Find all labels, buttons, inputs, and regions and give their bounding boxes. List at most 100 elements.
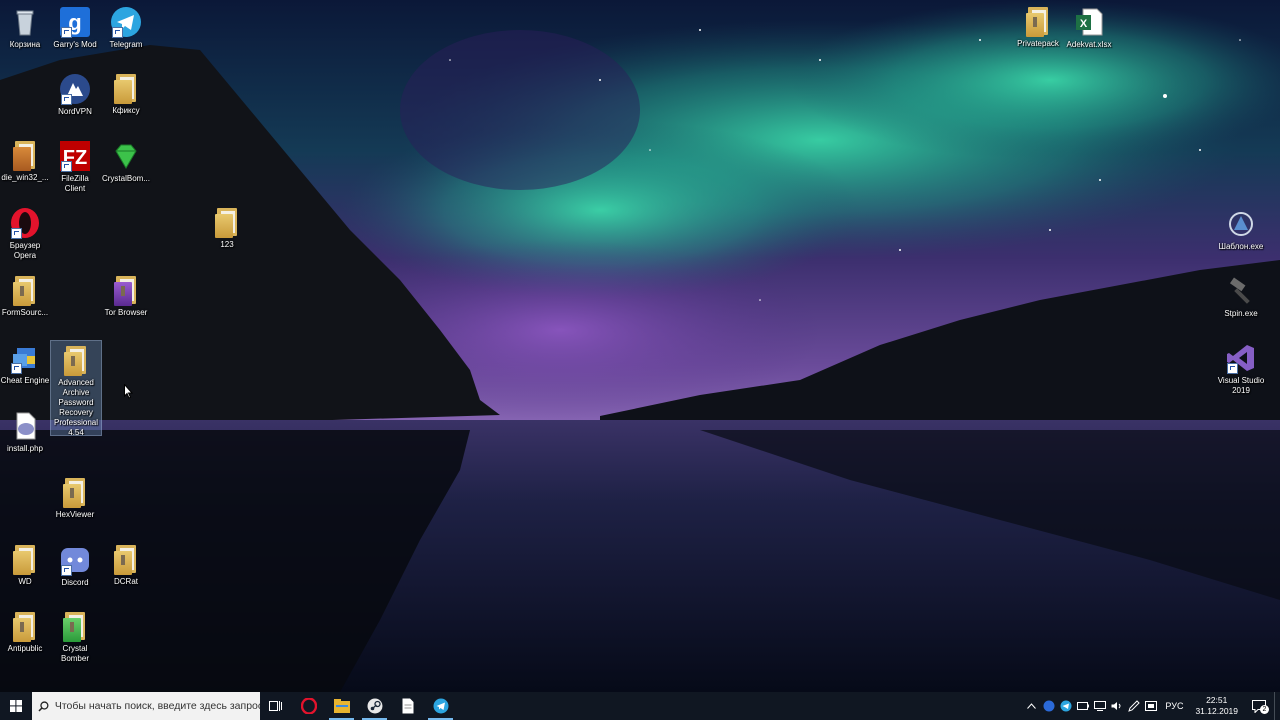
icon-label: Корзина [9,40,41,49]
icon-label: FormSourc... [1,308,49,317]
folder-icon [112,74,140,104]
discord-icon [59,544,91,576]
taskbar-app-file-explorer[interactable] [325,692,358,720]
nordvpn-icon [59,73,91,105]
desktop-icon-hexviewer[interactable]: HexViewer [50,473,100,520]
desktop-icon-folder-123[interactable]: 123 [202,203,252,250]
search-icon [38,700,49,711]
taskbar-app-opera[interactable] [292,692,325,720]
icon-label: die_win32_... [1,173,49,182]
cheat-engine-icon [9,342,41,374]
desktop-icon-dcrat[interactable]: DCRat [101,540,151,587]
windows-logo-icon [10,700,22,712]
taskbar-app-telegram[interactable] [424,692,457,720]
opera-icon [300,698,317,714]
desktop-icon-aapr[interactable]: Advanced Archive Password Recovery Profe… [50,340,102,437]
desktop-icon-opera[interactable]: Браузер Opera [0,203,50,261]
desktop-icon-folder-wd[interactable]: WD [0,540,50,587]
taskbar-search-box[interactable]: Чтобы начать поиск, введите здесь запрос [32,692,260,720]
taskbar-app-steam[interactable] [358,692,391,720]
wallpaper-aurora-lake [0,0,1280,692]
clock-time: 22:51 [1206,695,1228,705]
hammer-icon [1225,275,1257,307]
excel-file-icon: X [1073,6,1105,38]
mouse-cursor-icon [124,384,134,399]
input-language-indicator[interactable]: РУС [1159,701,1189,711]
show-desktop-button[interactable] [1274,692,1280,720]
icon-label: CrystalBom... [101,174,150,183]
archive-icon [112,545,140,575]
archive-icon [62,346,90,376]
recycle-bin-icon [9,6,41,38]
svg-text:X: X [1080,18,1088,30]
start-button[interactable] [0,692,32,720]
pen-icon[interactable] [1125,692,1142,720]
battery-icon[interactable] [1074,692,1091,720]
desktop-icon-recycle-bin[interactable]: Корзина [0,2,50,50]
icon-label: Crystal Bomber [60,644,89,663]
archive-icon [61,478,89,508]
task-view-icon [269,701,282,711]
desktop-icon-nordvpn[interactable]: NordVPN [50,69,100,117]
green-gem-icon [110,140,142,172]
desktop-icon-filezilla[interactable]: FZ FileZilla Client [50,136,100,194]
file-explorer-icon [333,699,350,713]
icon-label: Кфиксу [112,106,140,115]
archive-icon [61,612,89,642]
php-file-icon [9,410,41,442]
icon-label: FileZilla Client [61,174,89,193]
icon-label: Шаблон.exe [1218,242,1264,251]
desktop-icon-antipublic[interactable]: Antipublic [0,607,50,654]
notepad-icon [402,698,413,714]
steam-icon [367,698,382,714]
garrys-mod-icon: g [59,6,91,38]
archive-icon [11,612,39,642]
volume-icon[interactable] [1108,692,1125,720]
desktop-icon-shablon-exe[interactable]: Шаблон.exe [1216,204,1266,252]
desktop-icon-stpin-exe[interactable]: Stpin.exe [1216,271,1266,319]
desktop-icon-privatepack[interactable]: Privatepack [1013,2,1063,49]
icon-label: Visual Studio 2019 [1217,376,1265,395]
clock[interactable]: 22:51 31.12.2019 [1189,695,1244,717]
icon-label: Tor Browser [104,308,148,317]
archive-icon [112,276,140,306]
task-view-button[interactable] [260,692,292,720]
desktop-icon-telegram[interactable]: Telegram [101,2,151,50]
notification-count-badge: 2 [1260,705,1269,714]
shablon-app-icon [1225,208,1257,240]
usb-icon[interactable] [1142,692,1159,720]
network-icon[interactable] [1091,692,1108,720]
taskbar: Чтобы начать поиск, введите здесь запрос [0,692,1280,720]
telegram-tray-icon[interactable] [1057,692,1074,720]
nordvpn-tray-icon[interactable] [1040,692,1057,720]
icon-label: Antipublic [7,644,43,653]
folder-icon [213,208,241,238]
desktop[interactable]: Корзина g Garry's Mod Telegram NordVPN К… [0,0,1280,692]
chevron-up-icon[interactable] [1023,692,1040,720]
icon-label: Cheat Engine [0,376,50,385]
icon-label: WD [18,577,32,586]
desktop-icon-folder-kfiksu[interactable]: Кфиксу [101,69,151,116]
desktop-icon-formsource[interactable]: FormSourc... [0,271,50,318]
filezilla-icon: FZ [59,140,91,172]
taskbar-app-notepad[interactable] [391,692,424,720]
telegram-icon [433,698,448,714]
desktop-icon-adekvat-xlsx[interactable]: X Adekvat.xlsx [1064,2,1114,50]
archive-icon [11,276,39,306]
desktop-icon-tor-browser[interactable]: Tor Browser [101,271,151,318]
telegram-icon [110,6,142,38]
icon-label: install.php [6,444,44,453]
opera-icon [9,207,41,239]
action-center-button[interactable]: 2 [1244,692,1274,720]
icon-label: Браузер Opera [9,241,41,260]
icon-label: 123 [220,240,234,249]
desktop-icon-die-win32[interactable]: die_win32_... [0,136,50,183]
desktop-icon-visual-studio[interactable]: Visual Studio 2019 [1216,338,1266,396]
desktop-icon-crystal-bomber[interactable]: Crystal Bomber [50,607,100,664]
desktop-icon-discord[interactable]: Discord [50,540,100,588]
icon-label: Advanced Archive Password Recovery Profe… [53,378,99,437]
desktop-icon-install-php[interactable]: install.php [0,406,50,454]
desktop-icon-crystalbom[interactable]: CrystalBom... [101,136,151,184]
desktop-icon-cheat-engine[interactable]: Cheat Engine [0,338,50,386]
desktop-icon-garrys-mod[interactable]: g Garry's Mod [50,2,100,50]
